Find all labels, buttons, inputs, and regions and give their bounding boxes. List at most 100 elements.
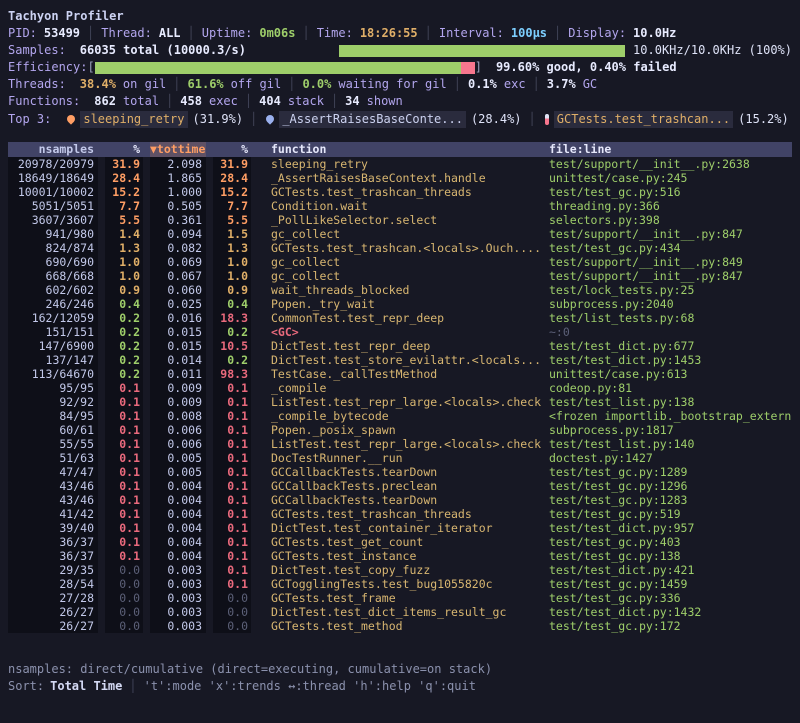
table-row[interactable]: 60/61 0.1 0.006 0.1 Popen._posix_spawn s… [8, 423, 792, 437]
table-row[interactable]: 162/12059 0.2 0.016 18.3 CommonTest.test… [8, 311, 792, 325]
cumulative-pct-cell: 0.1 [213, 479, 251, 493]
display-label: Display: [568, 25, 626, 42]
direct-pct-cell: 0.1 [105, 423, 143, 437]
table-row[interactable]: 602/602 0.9 0.060 0.9 wait_threads_block… [8, 283, 792, 297]
nsamples-cell: 51/63 [8, 451, 98, 465]
separator: │ [243, 111, 264, 128]
function-cell: gc_collect [271, 269, 549, 283]
function-cell: Popen._try_wait [271, 297, 549, 311]
table-row[interactable]: 84/95 0.1 0.008 0.1 _compile_bytecode <f… [8, 409, 792, 423]
function-cell: _AssertRaisesBaseContext.handle [271, 171, 549, 185]
table-row[interactable]: 39/40 0.1 0.004 0.1 DictTest.test_contai… [8, 521, 792, 535]
function-cell: GCTests.test_trashcan_threads [271, 507, 549, 521]
nsamples-cell: 84/95 [8, 409, 98, 423]
sort-label: Sort: [8, 678, 44, 695]
threads-gc-value: 3.7% [547, 76, 576, 93]
pid-label: PID: [8, 25, 37, 42]
function-cell: GCTests.test_trashcan.<locals>.Ouch.... [271, 241, 549, 255]
table-row[interactable]: 41/42 0.1 0.004 0.1 GCTests.test_trashca… [8, 507, 792, 521]
footer-sort-line: Sort:Total Time │ 't':mode 'x':trends ↔:… [8, 678, 792, 695]
function-cell: GCCallbackTests.preclean [271, 479, 549, 493]
col-function[interactable]: function [271, 142, 549, 157]
table-row[interactable]: 36/37 0.1 0.004 0.1 GCTests.test_instanc… [8, 549, 792, 563]
tottime-cell: 0.004 [150, 549, 206, 563]
col-tottime-sorted[interactable]: ▼tottime [150, 142, 206, 157]
file-line-cell: selectors.py:398 [549, 213, 792, 227]
table-row[interactable]: 26/27 0.0 0.003 0.0 DictTest.test_dict_i… [8, 605, 792, 619]
table-row[interactable]: 92/92 0.1 0.009 0.1 ListTest.test_repr_l… [8, 395, 792, 409]
function-cell: _PollLikeSelector.select [271, 213, 549, 227]
table-row[interactable]: 690/690 1.0 0.069 1.0 gc_collect test/su… [8, 255, 792, 269]
table-row[interactable]: 246/246 0.4 0.025 0.4 Popen._try_wait su… [8, 297, 792, 311]
table-row[interactable]: 36/37 0.1 0.004 0.1 GCTests.test_get_cou… [8, 535, 792, 549]
direct-pct-cell: 0.1 [105, 549, 143, 563]
separator: │ [522, 111, 543, 128]
threads-off-gil-label: off gil [231, 76, 282, 93]
tottime-cell: 0.009 [150, 395, 206, 409]
nsamples-cell: 137/147 [8, 353, 98, 367]
function-cell: GCTests.test_trashcan_threads [271, 185, 549, 199]
table-row[interactable]: 113/64670 0.2 0.011 98.3 TestCase._callT… [8, 367, 792, 381]
table-row[interactable]: 824/874 1.3 0.082 1.3 GCTests.test_trash… [8, 241, 792, 255]
function-cell: DictTest.test_copy_fuzz [271, 563, 549, 577]
table-row[interactable]: 3607/3607 5.5 0.361 5.5 _PollLikeSelecto… [8, 213, 792, 227]
efficiency-bar [95, 62, 475, 74]
file-line-cell: test/test_gc.py:336 [549, 591, 792, 605]
file-line-cell: test/test_dict.py:957 [549, 521, 792, 535]
table-row[interactable]: 27/28 0.0 0.003 0.0 GCTests.test_frame t… [8, 591, 792, 605]
col-nsamples[interactable]: nsamples [8, 142, 98, 157]
table-rows: 20978/20979 31.9 2.098 31.9 sleeping_ret… [8, 157, 792, 633]
table-row[interactable]: 95/95 0.1 0.009 0.1 _compile codeop.py:8… [8, 381, 792, 395]
cumulative-pct-cell: 0.1 [213, 381, 251, 395]
table-row[interactable]: 51/63 0.1 0.005 0.1 DocTestRunner.__run … [8, 451, 792, 465]
table-row[interactable]: 10001/10002 15.2 1.000 15.2 GCTests.test… [8, 185, 792, 199]
nsamples-cell: 55/55 [8, 437, 98, 451]
direct-pct-cell: 0.2 [105, 311, 143, 325]
table-row[interactable]: 151/151 0.2 0.015 0.2 <GC> ~:0 [8, 325, 792, 339]
samples-progress-bar [339, 45, 625, 57]
col-cumulative-pct[interactable]: % [213, 142, 251, 157]
functions-label: Functions: [8, 93, 80, 110]
table-row[interactable]: 18649/18649 28.4 1.865 28.4 _AssertRaise… [8, 171, 792, 185]
tottime-cell: 0.004 [150, 507, 206, 521]
nsamples-cell: 113/64670 [8, 367, 98, 381]
table-row[interactable]: 55/55 0.1 0.006 0.1 ListTest.test_repr_l… [8, 437, 792, 451]
direct-pct-cell: 0.2 [105, 367, 143, 381]
table-row[interactable]: 43/46 0.1 0.004 0.1 GCCallbackTests.tear… [8, 493, 792, 507]
table-row[interactable]: 29/35 0.0 0.003 0.1 DictTest.test_copy_f… [8, 563, 792, 577]
functions-stack-label: stack [288, 93, 324, 110]
nsamples-cell: 10001/10002 [8, 185, 98, 199]
file-line-cell: test/test_gc.py:1289 [549, 465, 792, 479]
col-file-line[interactable]: file:line [549, 142, 792, 157]
cumulative-pct-cell: 0.0 [213, 591, 251, 605]
file-line-cell: <frozen importlib._bootstrap_external [549, 409, 792, 423]
table-row[interactable]: 941/980 1.4 0.094 1.5 gc_collect test/su… [8, 227, 792, 241]
direct-pct-cell: 0.9 [105, 283, 143, 297]
threads-label: Threads: [8, 76, 66, 93]
top3-pct-3: (15.2%) [733, 111, 789, 128]
table-row[interactable]: 47/47 0.1 0.005 0.1 GCCallbackTests.tear… [8, 465, 792, 479]
file-line-cell: subprocess.py:1817 [549, 423, 792, 437]
file-line-cell: test/test_gc.py:1459 [549, 577, 792, 591]
tottime-cell: 0.003 [150, 605, 206, 619]
table-header: nsamples % ▼tottime % function file:line [8, 142, 792, 157]
col-direct-pct[interactable]: % [105, 142, 143, 157]
table-row[interactable]: 137/147 0.2 0.014 0.2 DictTest.test_stor… [8, 353, 792, 367]
direct-pct-cell: 0.0 [105, 563, 143, 577]
file-line-cell: test/test_dict.py:421 [549, 563, 792, 577]
table-row[interactable]: 43/46 0.1 0.004 0.1 GCCallbackTests.prec… [8, 479, 792, 493]
file-line-cell: test/test_gc.py:1283 [549, 493, 792, 507]
flame-icon [265, 113, 276, 124]
direct-pct-cell: 0.1 [105, 521, 143, 535]
table-row[interactable]: 668/668 1.0 0.067 1.0 gc_collect test/su… [8, 269, 792, 283]
tottime-cell: 0.005 [150, 451, 206, 465]
functions-shown-label: shown [367, 93, 403, 110]
table-row[interactable]: 5051/5051 7.7 0.505 7.7 Condition.wait t… [8, 199, 792, 213]
table-row[interactable]: 28/54 0.0 0.003 0.1 GCTogglingTests.test… [8, 577, 792, 591]
file-line-cell: test/test_dict.py:1432 [549, 605, 792, 619]
table-row[interactable]: 26/27 0.0 0.003 0.0 GCTests.test_method … [8, 619, 792, 633]
cumulative-pct-cell: 18.3 [213, 311, 251, 325]
table-row[interactable]: 147/6900 0.2 0.015 10.5 DictTest.test_re… [8, 339, 792, 353]
function-cell: ListTest.test_repr_large.<locals>.check [271, 395, 549, 409]
table-row[interactable]: 20978/20979 31.9 2.098 31.9 sleeping_ret… [8, 157, 792, 171]
